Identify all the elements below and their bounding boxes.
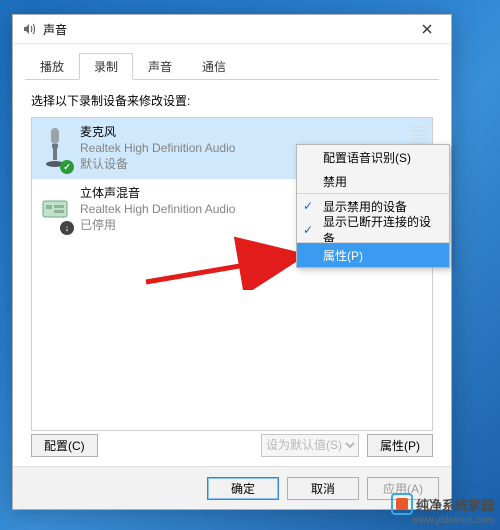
- sound-card-icon: [38, 185, 72, 233]
- list-button-row: 配置(C) 设为默认值(S) 属性(P): [31, 431, 433, 459]
- ok-button[interactable]: 确定: [207, 477, 279, 500]
- set-default-dropdown[interactable]: 设为默认值(S): [261, 434, 359, 457]
- check-icon: [60, 160, 74, 174]
- tab-communications[interactable]: 通信: [187, 53, 241, 80]
- menu-speech-recognition[interactable]: 配置语音识别(S): [297, 145, 449, 169]
- window-title: 声音: [43, 21, 407, 38]
- microphone-icon: [38, 124, 72, 172]
- properties-button[interactable]: 属性(P): [367, 434, 433, 457]
- watermark-logo-icon: [391, 493, 413, 515]
- configure-button[interactable]: 配置(C): [31, 434, 98, 457]
- watermark: 纯净系统家园 www.yidaimei.com: [308, 474, 500, 530]
- sound-icon: [21, 21, 37, 37]
- tab-strip: 播放 录制 声音 通信: [25, 52, 439, 80]
- check-icon: ✓: [303, 199, 313, 213]
- context-menu: 配置语音识别(S) 禁用 ✓显示禁用的设备 ✓显示已断开连接的设备 属性(P): [296, 144, 450, 268]
- instruction-text: 选择以下录制设备来修改设置:: [31, 92, 433, 109]
- tab-sounds[interactable]: 声音: [133, 53, 187, 80]
- menu-show-disconnected[interactable]: ✓显示已断开连接的设备: [297, 218, 449, 242]
- tab-playback[interactable]: 播放: [25, 53, 79, 80]
- arrow-down-icon: [60, 221, 74, 235]
- close-button[interactable]: [407, 15, 447, 43]
- titlebar: 声音: [13, 15, 451, 44]
- menu-disable[interactable]: 禁用: [297, 169, 449, 193]
- check-icon: ✓: [303, 223, 313, 237]
- menu-properties[interactable]: 属性(P): [297, 242, 449, 267]
- tab-recording[interactable]: 录制: [79, 53, 133, 80]
- device-name: 麦克风: [80, 124, 404, 140]
